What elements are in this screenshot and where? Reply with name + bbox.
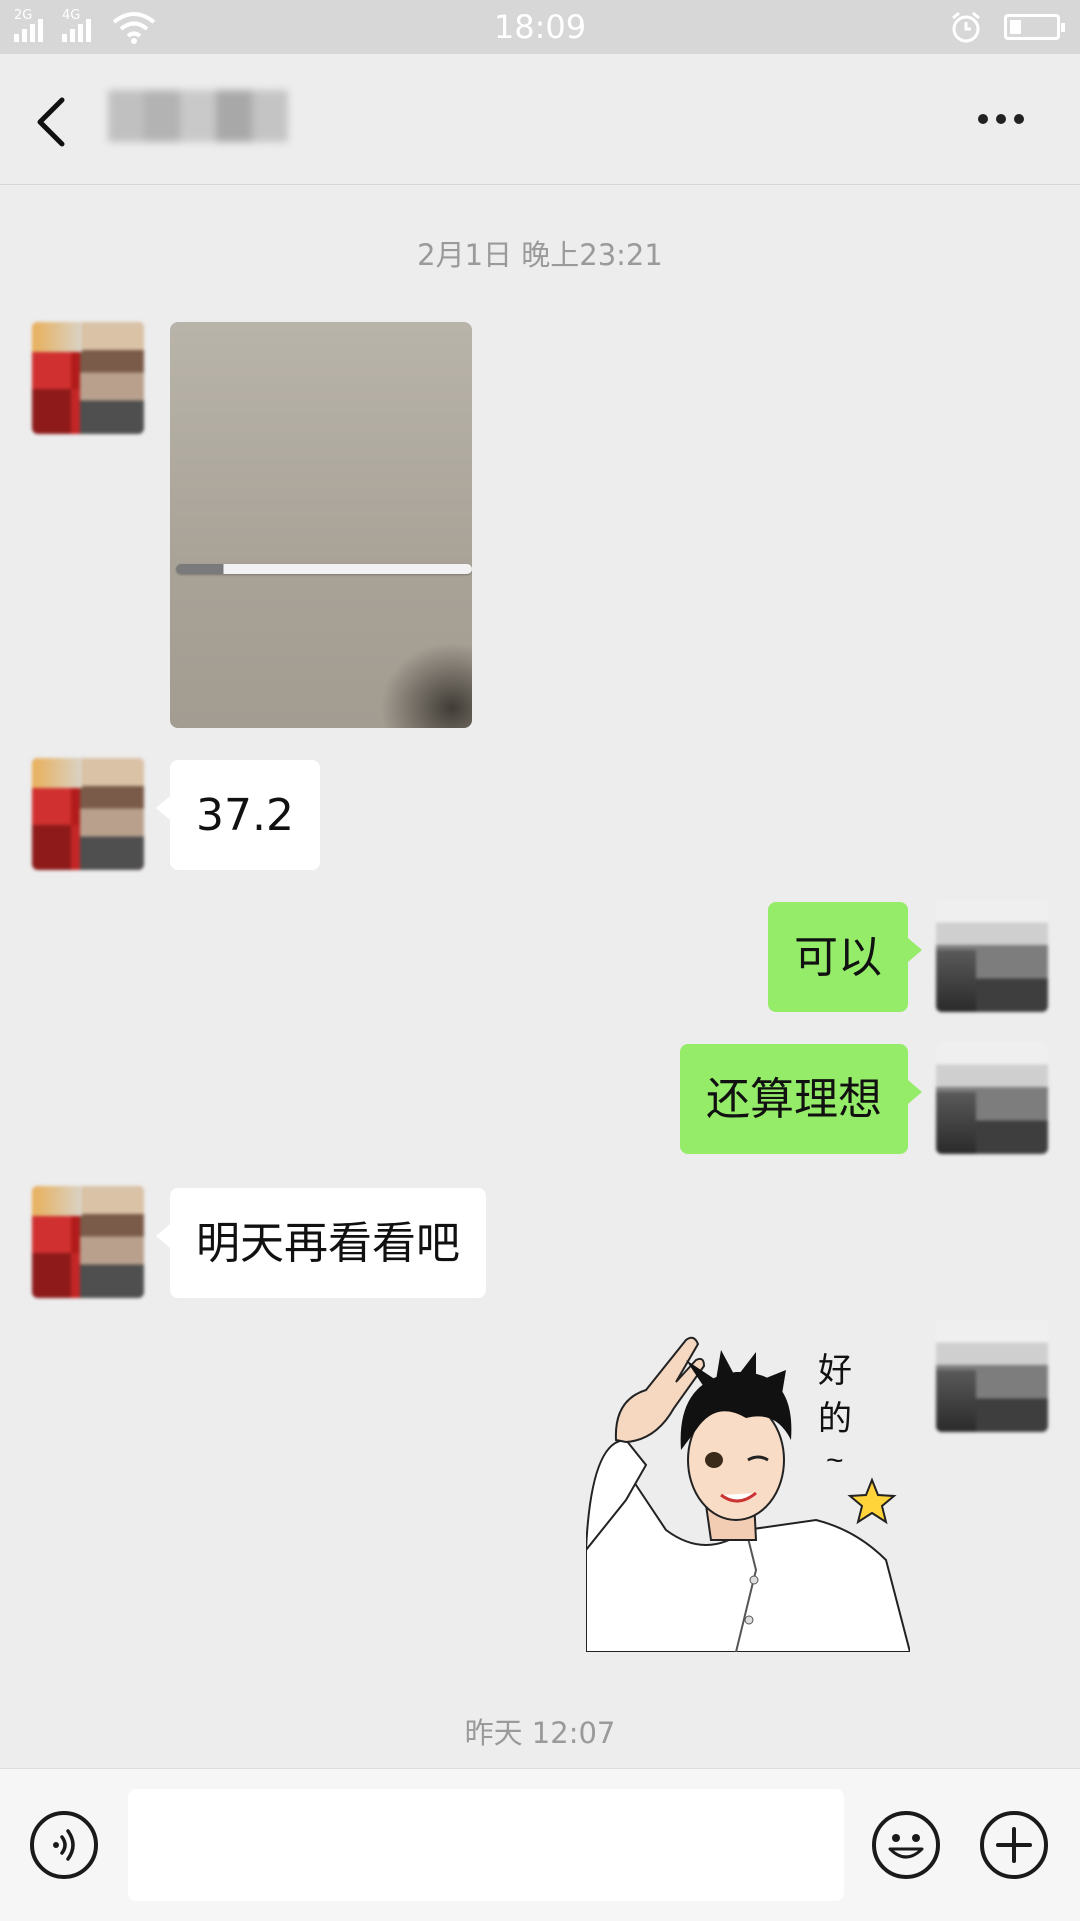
back-icon[interactable] — [32, 94, 72, 150]
contact-avatar[interactable] — [32, 758, 144, 870]
emoji-icon — [888, 1834, 924, 1859]
contact-name-blurred — [108, 90, 288, 142]
plus-icon — [996, 1827, 1032, 1863]
voice-icon — [53, 1829, 75, 1861]
voice-button[interactable] — [30, 1811, 98, 1879]
message-timestamp: 2月1日 晚上23:21 — [417, 238, 663, 272]
plus-button[interactable] — [980, 1811, 1048, 1879]
sticker-text-3: ~ — [826, 1444, 844, 1477]
status-time: 18:09 — [493, 8, 587, 46]
more-icon[interactable] — [978, 114, 1032, 130]
my-avatar[interactable] — [936, 1320, 1048, 1432]
contact-avatar[interactable] — [32, 1186, 144, 1298]
message-bubble-incoming[interactable]: 37.2 — [156, 760, 320, 870]
message-input[interactable] — [128, 1789, 844, 1901]
image-message[interactable] — [170, 322, 472, 728]
chat-header — [0, 54, 1080, 185]
sticker-text-2: 的 — [818, 1400, 852, 1438]
emoji-button[interactable] — [872, 1811, 940, 1879]
my-avatar[interactable] — [936, 1042, 1048, 1154]
my-avatar[interactable] — [936, 900, 1048, 1012]
thermometer-image — [176, 564, 472, 574]
star-icon — [847, 1477, 897, 1525]
message-bubble-incoming[interactable]: 明天再看看吧 — [156, 1188, 486, 1298]
battery-icon — [1004, 14, 1065, 40]
alarm-icon — [952, 11, 980, 43]
sticker-text-1: 好 — [818, 1352, 852, 1390]
message-timestamp: 昨天 12:07 — [464, 1716, 616, 1750]
sticker-message[interactable]: 好 的 ~ — [586, 1330, 910, 1652]
status-bar: 2G 4G 18:09 — [0, 0, 1080, 54]
contact-avatar[interactable] — [32, 322, 144, 434]
battery-level — [1010, 20, 1021, 34]
chat-input-bar — [0, 1768, 1080, 1921]
message-bubble-outgoing[interactable]: 还算理想 — [680, 1044, 922, 1154]
message-bubble-outgoing[interactable]: 可以 — [768, 902, 922, 1012]
